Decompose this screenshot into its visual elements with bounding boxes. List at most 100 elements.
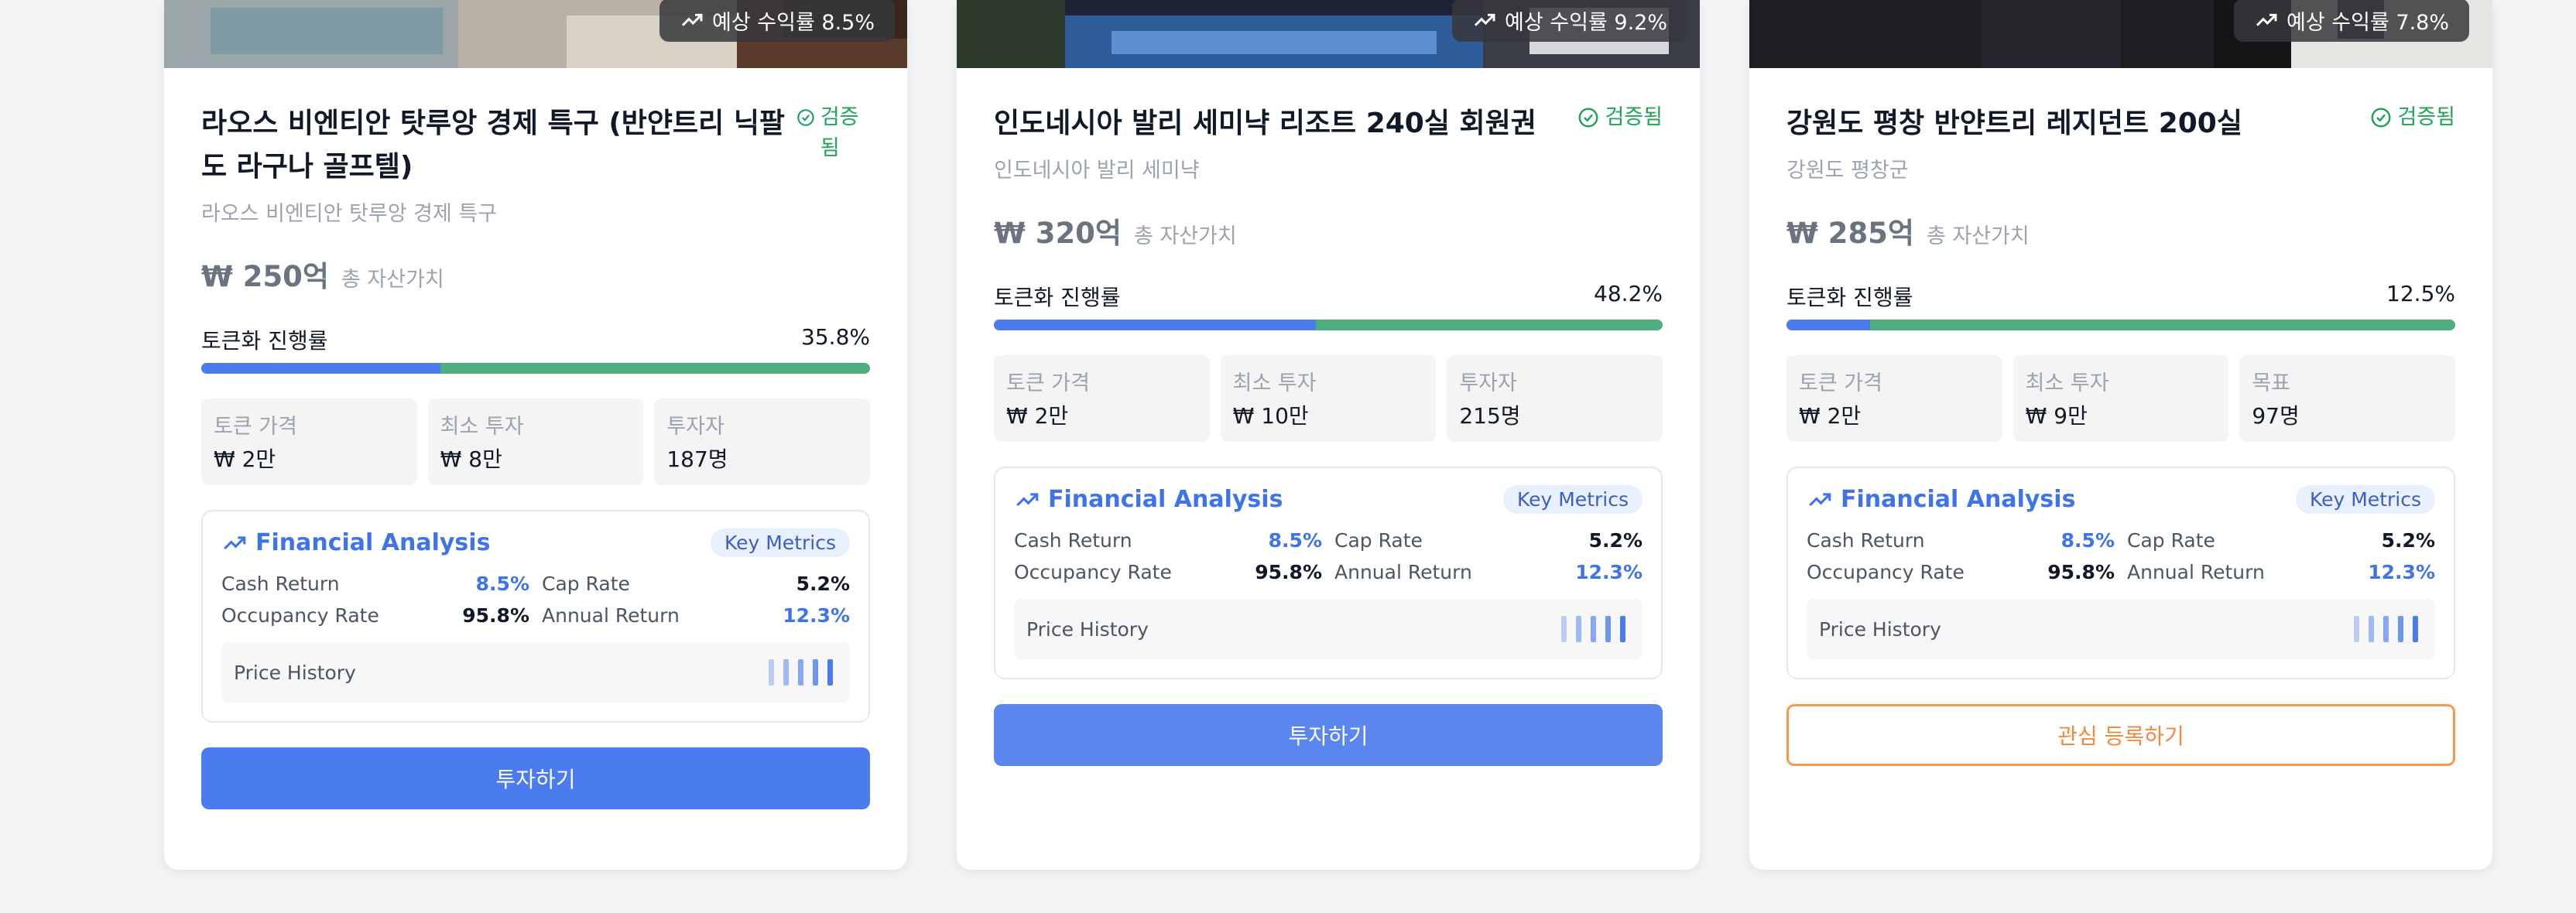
property-image[interactable]: 예상 수익률 8.5% bbox=[164, 0, 907, 68]
expected-yield-badge: 예상 수익률 8.5% bbox=[659, 0, 895, 42]
metric-annual-return: Annual Return 12.3% bbox=[542, 604, 850, 627]
sparkline-bar bbox=[2354, 616, 2359, 642]
trending-up-icon bbox=[224, 535, 246, 549]
add-to-watchlist-button[interactable]: 관심 등록하기 bbox=[1786, 704, 2455, 766]
invest-button[interactable]: 투자하기 bbox=[201, 747, 870, 809]
verified-text: 검증됨 bbox=[1605, 105, 1663, 129]
verified-badge: 검증됨 bbox=[796, 102, 870, 164]
tokenization-progress-bar bbox=[201, 363, 870, 374]
metric-value: 8.5% bbox=[475, 573, 529, 595]
metric-occupancy-rate: Occupancy Rate 95.8% bbox=[1014, 561, 1322, 583]
stat-value: ₩ 9만 bbox=[2025, 403, 2088, 429]
stat-min-investment: 최소 투자 ₩ 9만 bbox=[2012, 355, 2229, 442]
metric-value: 95.8% bbox=[1255, 561, 1322, 583]
metric-label: Annual Return bbox=[542, 604, 680, 627]
stat-value: 97명 bbox=[2252, 403, 2300, 429]
metric-value: 8.5% bbox=[1268, 529, 1322, 552]
financial-analysis-heading: Financial Analysis bbox=[221, 529, 490, 556]
progress-label: 토큰화 진행률 bbox=[1786, 285, 1913, 310]
metric-label: Cash Return bbox=[1807, 529, 1925, 552]
metric-value: 5.2% bbox=[2381, 529, 2435, 552]
stat-value: ₩ 2만 bbox=[214, 446, 276, 472]
total-asset-value: ₩ 320억 bbox=[994, 217, 1122, 250]
metric-label: Occupancy Rate bbox=[221, 604, 379, 627]
progress-label: 토큰화 진행률 bbox=[994, 285, 1121, 310]
property-image[interactable]: 예상 수익률 9.2% bbox=[957, 0, 1700, 68]
expected-yield-text: 예상 수익률 8.5% bbox=[712, 10, 875, 35]
expected-yield-badge: 예상 수익률 9.2% bbox=[1452, 0, 1687, 42]
metric-value: 12.3% bbox=[2368, 561, 2435, 583]
price-history-row[interactable]: Price History bbox=[1014, 599, 1643, 659]
metric-label: Annual Return bbox=[1334, 561, 1472, 583]
verified-text: 검증됨 bbox=[2397, 105, 2455, 129]
total-asset-label: 총 자산가치 bbox=[1133, 224, 1237, 248]
metric-occupancy-rate: Occupancy Rate 95.8% bbox=[221, 604, 529, 627]
financial-analysis-panel: Financial Analysis Key Metrics Cash Retu… bbox=[994, 467, 1663, 679]
sparkline-bar bbox=[1605, 616, 1611, 642]
metric-value: 95.8% bbox=[462, 604, 529, 627]
metric-cash-return: Cash Return 8.5% bbox=[1807, 529, 2115, 552]
price-history-row[interactable]: Price History bbox=[221, 642, 850, 703]
metric-label: Annual Return bbox=[2127, 561, 2265, 583]
verified-badge: 검증됨 bbox=[2369, 102, 2455, 133]
sparkline-bar bbox=[783, 659, 789, 686]
price-history-label: Price History bbox=[234, 661, 356, 684]
financial-analysis-panel: Financial Analysis Key Metrics Cash Retu… bbox=[1786, 467, 2455, 679]
verified-text: 검증됨 bbox=[820, 105, 859, 160]
total-asset-label: 총 자산가치 bbox=[1926, 224, 2030, 248]
metric-value: 5.2% bbox=[1588, 529, 1643, 552]
sparkline-bar bbox=[2383, 616, 2389, 642]
progress-percent: 35.8% bbox=[801, 324, 870, 350]
metric-label: Cap Rate bbox=[542, 573, 630, 595]
property-card: 예상 수익률 9.2% 인도네시아 발리 세미냑 리조트 240실 회원권 검증… bbox=[957, 0, 1700, 870]
stat-label: 토큰 가격 bbox=[214, 415, 297, 439]
property-card: 예상 수익률 7.8% 강원도 평창 반얀트리 레지던트 200실 검증됨 강원… bbox=[1749, 0, 2492, 870]
property-location: 라오스 비엔티안 탓루앙 경제 특구 bbox=[201, 202, 498, 226]
property-card: 예상 수익률 8.5% 라오스 비엔티안 탓루앙 경제 특구 (반얀트리 닉팔도… bbox=[164, 0, 907, 870]
invest-button[interactable]: 투자하기 bbox=[994, 704, 1663, 766]
stat-label: 투자자 bbox=[666, 415, 724, 439]
metric-value: 8.5% bbox=[2060, 529, 2115, 552]
stat-value: ₩ 2만 bbox=[1006, 403, 1069, 429]
expected-yield-text: 예상 수익률 7.8% bbox=[2287, 10, 2449, 35]
metric-cap-rate: Cap Rate 5.2% bbox=[542, 573, 850, 595]
progress-fill bbox=[994, 320, 1317, 330]
metric-occupancy-rate: Occupancy Rate 95.8% bbox=[1807, 561, 2115, 583]
property-location: 인도네시아 발리 세미냑 bbox=[994, 159, 1200, 183]
verified-badge: 검증됨 bbox=[1577, 102, 1663, 133]
tokenization-progress-bar bbox=[1786, 320, 2455, 330]
progress-label: 토큰화 진행률 bbox=[201, 328, 328, 354]
progress-percent: 12.5% bbox=[2386, 281, 2455, 306]
stat-value: 215명 bbox=[1459, 403, 1521, 429]
key-metrics-badge: Key Metrics bbox=[2295, 485, 2435, 514]
property-image[interactable]: 예상 수익률 7.8% bbox=[1749, 0, 2492, 68]
price-history-label: Price History bbox=[1819, 617, 1941, 641]
stat-label: 최소 투자 bbox=[440, 415, 524, 439]
stat-value: ₩ 2만 bbox=[1799, 403, 1862, 429]
property-title[interactable]: 인도네시아 발리 세미냑 리조트 240실 회원권 bbox=[994, 102, 1536, 145]
property-title[interactable]: 라오스 비엔티안 탓루앙 경제 특구 (반얀트리 닉팔도 라구나 골프텔) bbox=[201, 102, 796, 189]
financial-analysis-heading: Financial Analysis bbox=[1014, 486, 1283, 513]
price-history-sparkline bbox=[769, 659, 833, 686]
price-history-label: Price History bbox=[1026, 617, 1149, 641]
metric-value: 12.3% bbox=[1575, 561, 1643, 583]
property-title[interactable]: 강원도 평창 반얀트리 레지던트 200실 bbox=[1786, 102, 2242, 145]
metric-label: Occupancy Rate bbox=[1014, 561, 1172, 583]
stat-label: 최소 투자 bbox=[2025, 371, 2109, 395]
metric-value: 95.8% bbox=[2047, 561, 2115, 583]
financial-analysis-title: Financial Analysis bbox=[255, 529, 491, 556]
stat-label: 토큰 가격 bbox=[1006, 371, 1090, 395]
metric-cash-return: Cash Return 8.5% bbox=[221, 573, 529, 595]
trending-up-icon bbox=[1809, 492, 1831, 506]
stat-value: ₩ 10만 bbox=[1232, 403, 1309, 429]
sparkline-bar bbox=[827, 659, 833, 686]
property-location: 강원도 평창군 bbox=[1786, 159, 1909, 183]
metric-label: Cash Return bbox=[1014, 529, 1132, 552]
metric-value: 5.2% bbox=[796, 573, 850, 595]
trending-up-icon bbox=[1474, 13, 1495, 26]
sparkline-bar bbox=[2369, 616, 2374, 642]
sparkline-bar bbox=[813, 659, 818, 686]
sparkline-bar bbox=[1561, 616, 1567, 642]
price-history-row[interactable]: Price History bbox=[1807, 599, 2435, 659]
metric-annual-return: Annual Return 12.3% bbox=[2127, 561, 2435, 583]
